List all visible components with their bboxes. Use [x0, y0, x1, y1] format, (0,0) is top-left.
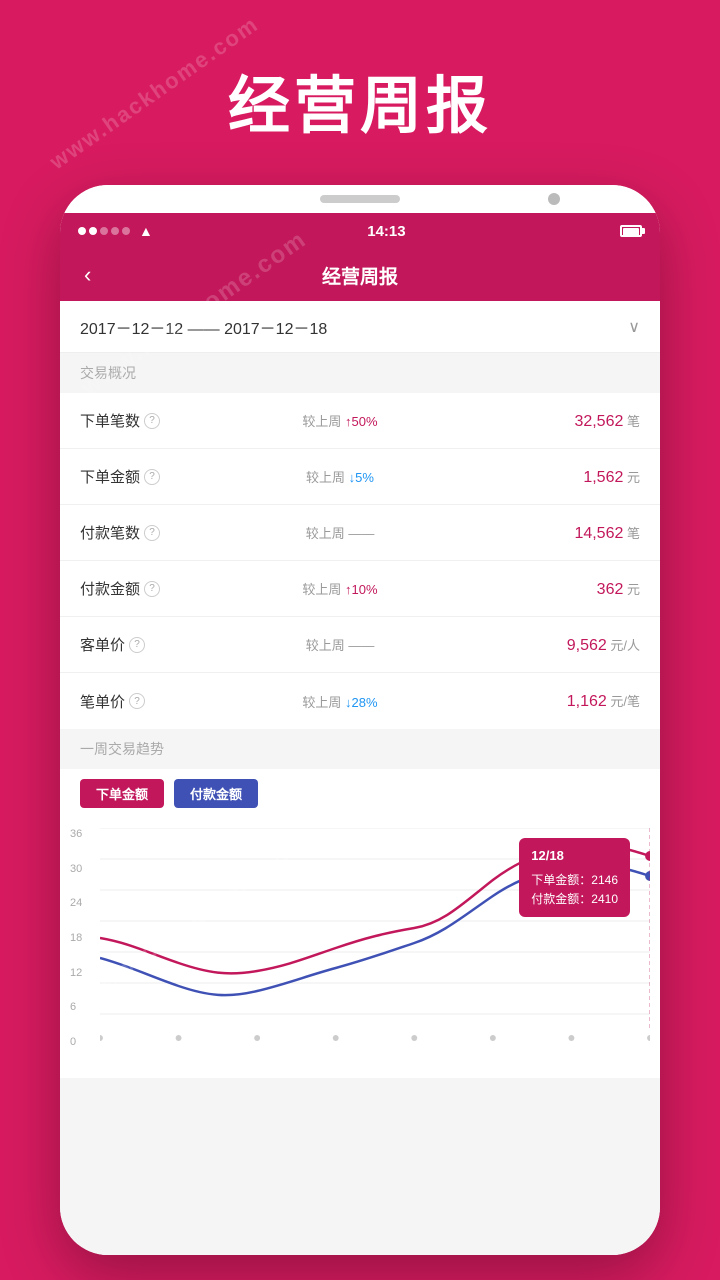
signal-dot-3	[100, 227, 108, 235]
stat-name-order-amount: 下单金额 ?	[80, 466, 160, 487]
status-bar: ▲ 14:13	[60, 213, 660, 249]
phone-frame: ▲ 14:13 ‹ 经营周报 2017－12－12 —— 2017－12－18 …	[60, 185, 660, 1255]
compare-value-avg-order: ↓28%	[345, 695, 378, 710]
y-label-30: 30	[70, 863, 82, 875]
info-icon-avg-customer[interactable]: ?	[129, 637, 145, 653]
transaction-section-header: 交易概况	[60, 353, 660, 393]
legend-pay-amount[interactable]: 付款金额	[174, 779, 258, 808]
y-label-6: 6	[70, 1001, 82, 1013]
info-icon-order-amount[interactable]: ?	[144, 469, 160, 485]
wifi-icon: ▲	[139, 223, 153, 239]
y-axis: 36 30 24 18 12 6 0	[70, 828, 82, 1048]
trend-section-label: 一周交易趋势	[80, 739, 164, 759]
stat-row-order-amount: 下单金额 ? 较上周 ↓5% 1,562 元	[60, 449, 660, 505]
stat-row-order-count: 下单笔数 ? 较上周 ↑50% 32,562 笔	[60, 393, 660, 449]
tooltip-order-amount: 下单金额：2146	[531, 871, 618, 890]
date-range-text: 2017－12－12 —— 2017－12－18	[80, 315, 327, 339]
stat-row-pay-count: 付款笔数 ? 较上周 —— 14,562 笔	[60, 505, 660, 561]
stat-row-avg-customer: 客单价 ? 较上周 —— 9,562 元/人	[60, 617, 660, 673]
stat-compare-avg-customer: 较上周 ——	[160, 635, 520, 654]
info-icon-pay-amount[interactable]: ?	[144, 581, 160, 597]
signal-dot-4	[111, 227, 119, 235]
stat-compare-pay-count: 较上周 ——	[160, 523, 520, 542]
stat-compare-order-count: 较上周 ↑50%	[160, 411, 520, 430]
stat-name-avg-customer: 客单价 ?	[80, 634, 160, 655]
stats-container: 下单笔数 ? 较上周 ↑50% 32,562 笔 下单金额 ? 较上周 ↓5%	[60, 393, 660, 729]
tooltip-date: 12/18	[531, 846, 618, 867]
transaction-section-label: 交易概况	[80, 363, 136, 383]
stat-name-order-count: 下单笔数 ?	[80, 410, 160, 431]
stat-name-pay-count: 付款笔数 ?	[80, 522, 160, 543]
status-right	[620, 225, 642, 237]
stat-value-avg-order: 1,162 元/笔	[520, 691, 640, 711]
back-button[interactable]: ‹	[76, 254, 99, 296]
y-label-18: 18	[70, 932, 82, 944]
stat-value-avg-customer: 9,562 元/人	[520, 635, 640, 655]
y-label-0: 0	[70, 1036, 82, 1048]
signal-dot-2	[89, 227, 97, 235]
page-title: 经营周报	[0, 55, 720, 145]
date-chevron-icon: ∨	[628, 317, 640, 337]
signal-dot-5	[122, 227, 130, 235]
nav-title: 经营周报	[322, 262, 398, 289]
stat-name-pay-amount: 付款金额 ?	[80, 578, 160, 599]
y-label-24: 24	[70, 897, 82, 909]
info-icon-pay-count[interactable]: ?	[144, 525, 160, 541]
info-icon-order-count[interactable]: ?	[144, 413, 160, 429]
phone-camera	[548, 193, 560, 205]
battery-fill	[623, 228, 639, 236]
chart-tooltip: 12/18 下单金额：2146 付款金额：2410	[519, 838, 630, 917]
phone-speaker	[320, 195, 400, 203]
nav-bar: ‹ 经营周报	[60, 249, 660, 301]
stat-value-order-amount: 1,562 元	[520, 467, 640, 487]
tooltip-pay-amount: 付款金额：2410	[531, 890, 618, 909]
trend-section-header: 一周交易趋势	[60, 729, 660, 769]
compare-value-pay-amount: ↑10%	[345, 582, 378, 597]
signal-dot-1	[78, 227, 86, 235]
compare-value-order-count: ↑50%	[345, 414, 378, 429]
stat-compare-order-amount: 较上周 ↓5%	[160, 467, 520, 486]
status-left: ▲	[78, 223, 153, 239]
compare-value-order-amount: ↓5%	[349, 470, 374, 485]
stat-row-pay-amount: 付款金额 ? 较上周 ↑10% 362 元	[60, 561, 660, 617]
chart-area: 36 30 24 18 12 6 0 12/18 下单金额：2146 付款金额：…	[60, 818, 660, 1078]
y-label-12: 12	[70, 967, 82, 979]
stat-value-pay-count: 14,562 笔	[520, 523, 640, 543]
phone-top	[60, 185, 660, 213]
stat-compare-avg-order: 较上周 ↓28%	[160, 692, 520, 711]
main-content: 2017－12－12 —— 2017－12－18 ∨ 交易概况 下单笔数 ? 较…	[60, 301, 660, 1255]
date-row[interactable]: 2017－12－12 —— 2017－12－18 ∨	[60, 301, 660, 353]
stat-name-avg-order: 笔单价 ?	[80, 691, 160, 712]
signal-dots	[78, 227, 130, 235]
chart-legend: 下单金额 付款金额	[60, 769, 660, 818]
legend-order-amount[interactable]: 下单金额	[80, 779, 164, 808]
stat-compare-pay-amount: 较上周 ↑10%	[160, 579, 520, 598]
info-icon-avg-order[interactable]: ?	[129, 693, 145, 709]
compare-value-avg-customer: ——	[348, 638, 374, 653]
battery-icon	[620, 225, 642, 237]
stat-row-avg-order: 笔单价 ? 较上周 ↓28% 1,162 元/笔	[60, 673, 660, 729]
y-label-36: 36	[70, 828, 82, 840]
stat-value-pay-amount: 362 元	[520, 579, 640, 599]
stat-value-order-count: 32,562 笔	[520, 411, 640, 431]
status-time: 14:13	[367, 223, 405, 240]
compare-value-pay-count: ——	[348, 526, 374, 541]
